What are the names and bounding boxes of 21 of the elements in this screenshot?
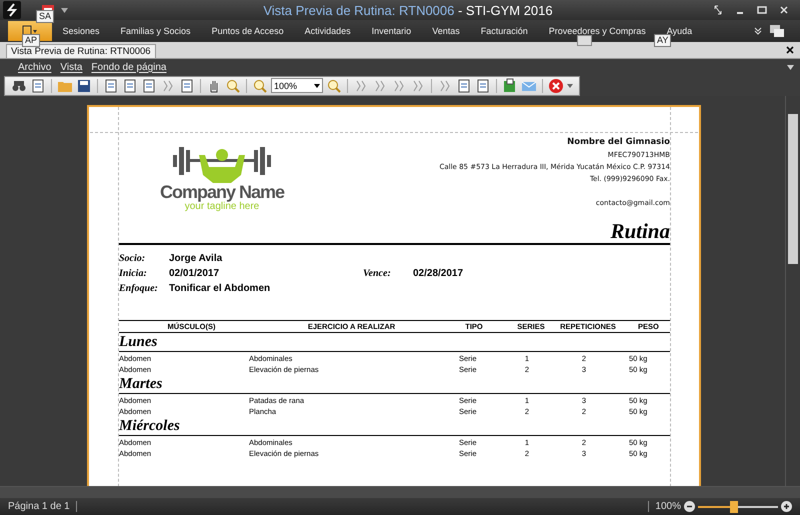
field-value: Jorge Avila xyxy=(169,253,222,264)
window-title: Vista Previa de Rutina: RTN0006 - STI-GYM 2016 xyxy=(262,2,554,18)
gym-name: Nombre del Gimnasio xyxy=(567,136,670,149)
zoom-level: 100% xyxy=(648,501,681,512)
page-indicator: Página 1 de 1 xyxy=(8,501,77,512)
field-label: Enfoque: xyxy=(119,283,159,294)
tagline: your tagline here xyxy=(184,201,260,212)
field-value: 02/01/2017 xyxy=(169,268,220,279)
keytip-tooltip: AP xyxy=(22,34,40,47)
day-heading: Miércoles xyxy=(119,417,670,436)
day-heading: Lunes xyxy=(119,333,670,352)
field-label: Vence: xyxy=(363,268,392,279)
field-label: Inicia: xyxy=(119,268,148,279)
keytip-tooltip: AY xyxy=(654,34,672,47)
field-value: 02/28/2017 xyxy=(413,268,464,279)
field-value: Tonificar el Abdomen xyxy=(169,283,270,294)
company-name: Company Name xyxy=(160,183,284,201)
report-title: Rutina xyxy=(119,219,670,245)
keytip-tooltip: SA xyxy=(36,10,54,23)
field-label: Socio: xyxy=(119,253,146,264)
day-heading: Martes xyxy=(119,375,670,394)
